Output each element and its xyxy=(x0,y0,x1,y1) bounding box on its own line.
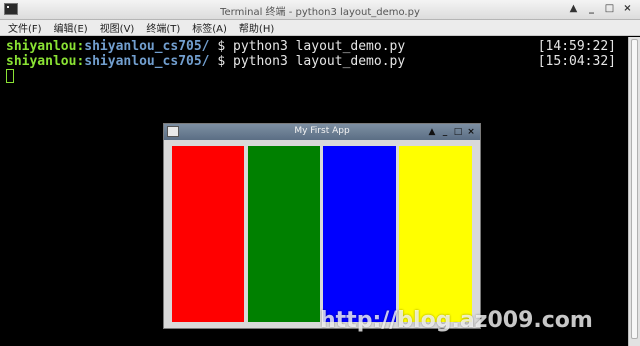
red-frame xyxy=(172,146,244,322)
terminal-title: Terminal 终端 - python3 layout_demo.py xyxy=(220,7,420,18)
menu-help[interactable]: 帮助(H) xyxy=(239,20,274,35)
prompt-path: shiyanlou_cs705/ xyxy=(84,39,210,54)
minimize-icon[interactable]: _ xyxy=(440,125,450,139)
scrollbar-thumb[interactable] xyxy=(631,39,638,339)
prompt-command: $ python3 layout_demo.py xyxy=(209,54,406,69)
timestamp: [15:04:32] xyxy=(537,54,616,69)
shade-icon[interactable]: ▲ xyxy=(567,2,580,16)
terminal-line: shiyanlou:shiyanlou_cs705/ $ python3 lay… xyxy=(6,54,405,69)
terminal-titlebar[interactable]: Terminal 终端 - python3 layout_demo.py ▲ _… xyxy=(0,0,640,20)
terminal-menubar: 文件(F) 编辑(E) 视图(V) 终端(T) 标签(A) 帮助(H) xyxy=(0,20,640,36)
terminal-scrollbar[interactable] xyxy=(628,37,640,346)
app-window: My First App ▲ _ □ × xyxy=(163,123,481,329)
menu-edit[interactable]: 编辑(E) xyxy=(54,20,88,35)
close-icon[interactable]: × xyxy=(466,125,476,139)
minimize-icon[interactable]: _ xyxy=(585,2,598,16)
app-titlebar[interactable]: My First App ▲ _ □ × xyxy=(164,124,480,140)
prompt-user: shiyanlou xyxy=(6,54,77,69)
menu-tabs[interactable]: 标签(A) xyxy=(192,20,227,35)
watermark: http://blog.az009.com xyxy=(320,308,593,333)
prompt-path: shiyanlou_cs705/ xyxy=(84,54,210,69)
menu-view[interactable]: 视图(V) xyxy=(100,20,135,35)
maximize-icon[interactable]: □ xyxy=(453,125,463,139)
prompt-command: $ python3 layout_demo.py xyxy=(209,39,406,54)
yellow-frame xyxy=(399,146,472,322)
green-frame xyxy=(248,146,320,322)
menu-file[interactable]: 文件(F) xyxy=(8,20,42,35)
menu-terminal[interactable]: 终端(T) xyxy=(146,20,180,35)
timestamp: [14:59:22] xyxy=(537,39,616,54)
prompt-user: shiyanlou xyxy=(6,39,77,54)
app-window-controls: ▲ _ □ × xyxy=(427,125,476,139)
terminal-line: shiyanlou:shiyanlou_cs705/ $ python3 lay… xyxy=(6,39,405,54)
blue-frame xyxy=(323,146,396,322)
maximize-icon[interactable]: □ xyxy=(603,2,616,16)
shade-icon[interactable]: ▲ xyxy=(427,125,437,139)
terminal-window-controls: ▲ _ □ × xyxy=(567,2,634,16)
terminal-cursor xyxy=(6,69,14,83)
close-icon[interactable]: × xyxy=(621,2,634,16)
